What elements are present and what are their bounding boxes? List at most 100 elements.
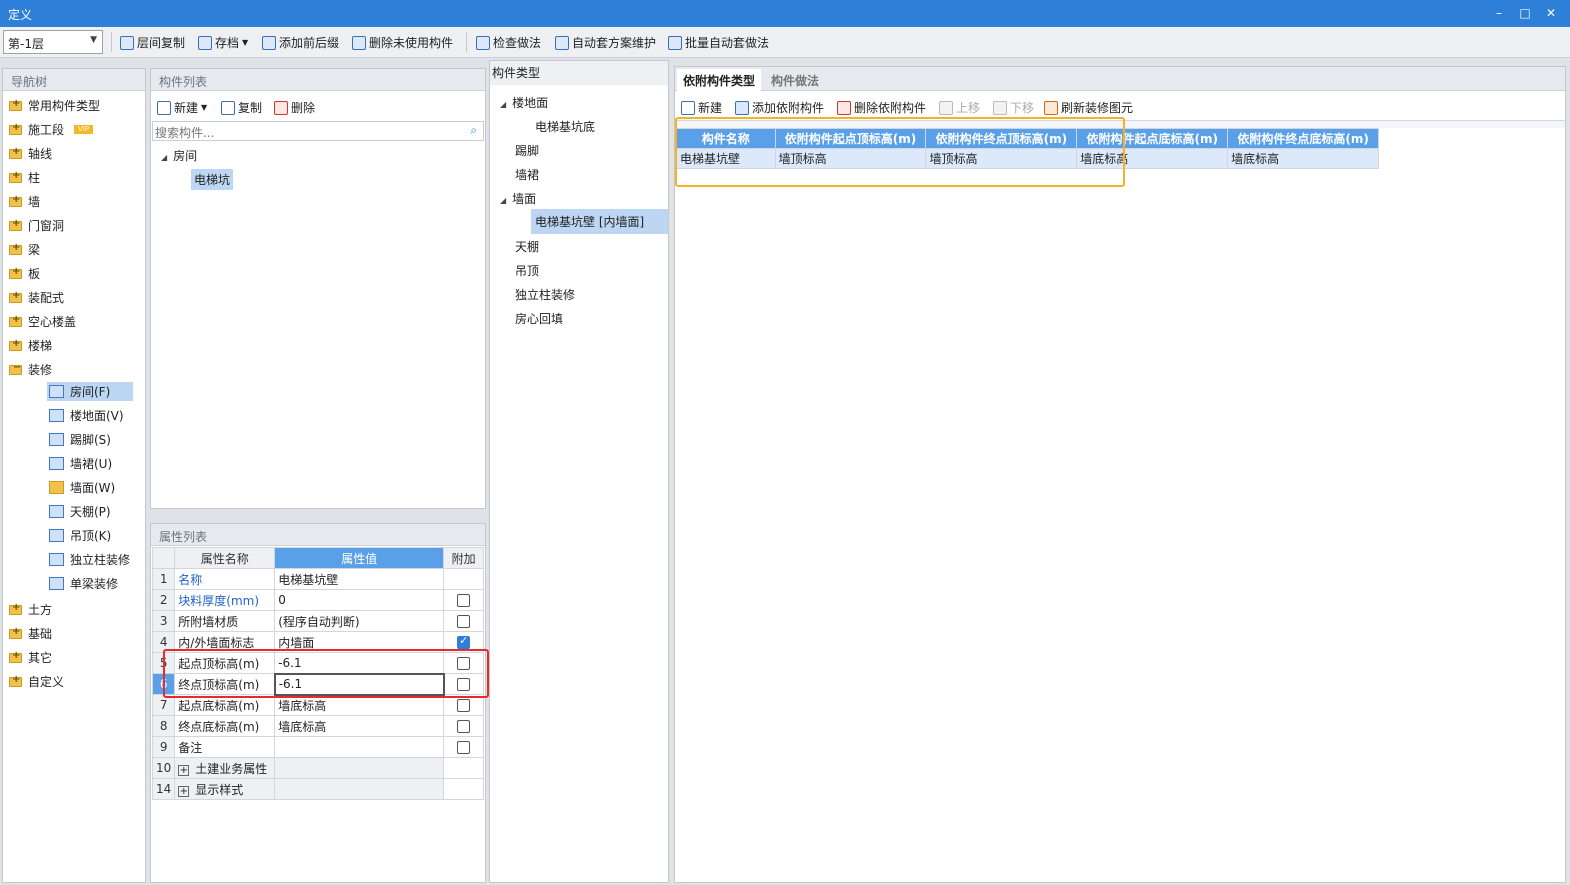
nav-item-column[interactable]: 柱 [9,169,40,186]
expand-plus-icon[interactable]: + [178,785,190,797]
property-row[interactable]: 1 名称 电梯基坑壁 [151,568,484,590]
nav-sub-floor[interactable]: 楼地面(V) [47,406,126,425]
property-group-row[interactable]: 14 + 显示样式 [151,778,484,800]
attach-checkbox[interactable] [457,741,471,754]
folder-icon [9,98,22,111]
add-prefix-suffix-button[interactable]: 添加前后缀 [262,34,339,51]
nav-label: 施工段 [28,123,65,137]
type-column-deco[interactable]: 独立柱装修 [515,286,575,303]
copy-component-button[interactable]: 复制 [221,99,262,116]
tree-node-room[interactable]: ◢ 房间 [161,147,197,164]
attach-checkbox[interactable] [457,720,471,733]
folder-icon [9,314,22,327]
new-dependent-button[interactable]: 新建 [681,99,722,116]
property-row[interactable]: 2 块料厚度(mm) 0 [151,589,484,611]
nav-item-decoration[interactable]: 装修 [9,361,52,378]
property-group-row[interactable]: 10 + 土建业务属性 [151,757,484,779]
nav-item-common[interactable]: 常用构件类型 [9,97,100,114]
tree-label: 墙面 [512,192,537,206]
nav-item-stairs[interactable]: 楼梯 [9,337,52,354]
close-icon[interactable]: ✕ [1540,3,1562,23]
window-title: 定义 [8,8,33,22]
check-method-button[interactable]: 检查做法 [476,34,541,51]
property-value[interactable]: 0 [274,589,445,611]
component-search-box[interactable]: 搜索构件... ⌕ [152,121,484,141]
refresh-deco-button[interactable]: 刷新装修图元 [1044,99,1133,116]
search-placeholder: 搜索构件... [155,126,215,140]
tree-node-elevator-pit[interactable]: 电梯坑 [191,169,234,190]
grid-cell[interactable]: 墙底标高 [1227,148,1379,169]
folder-icon [9,242,22,255]
batch-auto-button[interactable]: 批量自动套做法 [668,34,769,51]
attach-checkbox-checked[interactable] [457,634,471,649]
property-value[interactable]: (程序自动判断) [274,610,445,632]
toolbar-separator [466,32,467,52]
floor-select[interactable]: 第-1层 ▼ [3,30,103,54]
button-label: 删除未使用构件 [369,36,454,50]
property-value[interactable] [274,736,445,758]
delete-dependent-button[interactable]: 删除依附构件 [837,99,926,116]
property-name: 备注 [174,736,276,758]
property-value[interactable]: 电梯基坑壁 [274,568,445,590]
nav-item-prefab[interactable]: 装配式 [9,289,64,306]
maximize-icon[interactable]: □ [1514,3,1536,23]
auto-scheme-button[interactable]: 自动套方案维护 [555,34,656,51]
add-dependent-button[interactable]: 添加依附构件 [735,99,824,116]
nav-sub-label: 吊顶(K) [70,529,112,543]
nav-item-slab[interactable]: 板 [9,265,40,282]
nav-sub-wall-surface[interactable]: 墙面(W) [47,478,117,497]
nav-item-door-window[interactable]: 门窗洞 [9,217,64,234]
type-pit-wall-selected[interactable]: 电梯基坑壁 [内墙面] [531,209,668,234]
tree-label: 房间 [173,149,198,163]
nav-sub-skirting[interactable]: 踢脚(S) [47,430,113,449]
expand-plus-icon[interactable]: + [178,764,190,776]
type-ceiling[interactable]: 天棚 [515,238,539,255]
search-icon[interactable]: ⌕ [470,123,477,138]
attach-checkbox[interactable] [457,615,471,628]
beam-deco-icon [49,577,64,590]
nav-item-foundation[interactable]: 基础 [9,625,52,642]
nav-sub-suspended-ceiling[interactable]: 吊顶(K) [47,526,113,545]
delete-component-button[interactable]: 删除 [274,99,315,116]
dependent-panel: 依附构件类型 构件做法 新建 添加依附构件 删除依附构件 上移 下移 刷新装修图… [674,66,1566,883]
nav-item-construction-stage[interactable]: 施工段 VIP [9,121,94,138]
delete-unused-button[interactable]: 删除未使用构件 [352,34,453,51]
minimize-icon[interactable]: – [1488,3,1510,23]
tree-label: 踢脚 [515,144,540,158]
nav-sub-dado[interactable]: 墙裙(U) [47,454,114,473]
properties-title: 属性列表 [151,524,485,546]
nav-item-custom[interactable]: 自定义 [9,673,64,690]
new-component-button[interactable]: 新建 ▼ [157,99,207,116]
nav-item-beam[interactable]: 梁 [9,241,40,258]
move-down-button[interactable]: 下移 [993,99,1034,116]
move-up-button[interactable]: 上移 [939,99,980,116]
archive-button[interactable]: 存档 ▼ [198,34,248,51]
tree-label: 楼地面 [512,96,549,110]
nav-item-axis[interactable]: 轴线 [9,145,52,162]
nav-item-wall[interactable]: 墙 [9,193,40,210]
tab-component-method[interactable]: 构件做法 [765,69,825,91]
nav-sub-room[interactable]: 房间(F) [47,382,133,401]
property-row[interactable]: 9 备注 [151,736,484,758]
nav-item-hollow-floor[interactable]: 空心楼盖 [9,313,76,330]
attach-checkbox[interactable] [457,699,471,712]
type-dado[interactable]: 墙裙 [515,166,539,183]
attach-checkbox[interactable] [457,594,471,607]
copy-between-floors-button[interactable]: 层间复制 [120,34,185,51]
nav-item-earthwork[interactable]: 土方 [9,601,52,618]
nav-sub-ceiling[interactable]: 天棚(P) [47,502,113,521]
property-row[interactable]: 3 所附墙材质 (程序自动判断) [151,610,484,632]
type-suspended-ceiling[interactable]: 吊顶 [515,262,539,279]
nav-label: 柱 [28,171,41,185]
nav-sub-column-deco[interactable]: 独立柱装修 [47,550,132,569]
nav-sub-beam-deco[interactable]: 单梁装修 [47,574,120,593]
type-backfill[interactable]: 房心回填 [515,310,563,327]
type-skirting[interactable]: 踢脚 [515,142,539,159]
type-pit-bottom[interactable]: 电梯基坑底 [535,118,595,135]
property-row[interactable]: 8 终点底标高(m) 墙底标高 [151,715,484,737]
property-value[interactable]: 墙底标高 [274,715,445,737]
type-floor[interactable]: ◢ 楼地面 [500,94,548,111]
tab-dependent-types[interactable]: 依附构件类型 [677,69,762,91]
nav-item-other[interactable]: 其它 [9,649,52,666]
type-wall-surface[interactable]: ◢ 墙面 [500,190,536,207]
